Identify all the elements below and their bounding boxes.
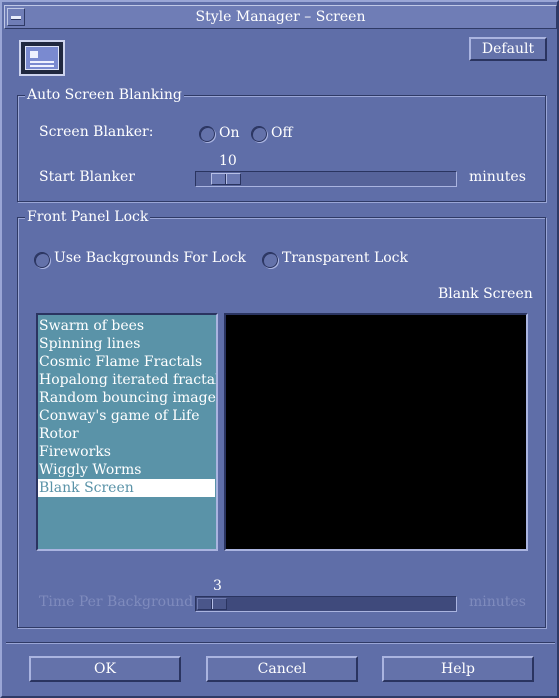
start-blanker-minutes-label: minutes [469, 169, 526, 185]
start-blanker-value: 10 [219, 153, 237, 169]
start-blanker-label: Start Blanker [39, 169, 135, 185]
cancel-button[interactable]: Cancel [206, 656, 358, 682]
list-item[interactable]: Rotor [38, 425, 216, 443]
screen-blanker-off-label[interactable]: Off [271, 125, 292, 141]
transparent-lock-radio[interactable] [262, 252, 278, 268]
list-item[interactable]: Hopalong iterated fractals [38, 371, 216, 389]
background-list[interactable]: Swarm of bees Spinning lines Cosmic Flam… [36, 313, 218, 551]
list-item[interactable]: Swarm of bees [38, 317, 216, 335]
use-backgrounds-label[interactable]: Use Backgrounds For Lock [54, 250, 246, 266]
default-button[interactable]: Default [469, 37, 547, 61]
time-per-background-slider-thumb[interactable] [197, 598, 227, 610]
transparent-lock-label[interactable]: Transparent Lock [282, 250, 408, 266]
ok-button[interactable]: OK [29, 656, 181, 682]
list-item[interactable]: Wiggly Worms [38, 461, 216, 479]
title-bar[interactable]: Style Manager – Screen [4, 5, 557, 29]
list-item[interactable]: Spinning lines [38, 335, 216, 353]
screen-blanker-on-radio[interactable] [199, 126, 215, 142]
start-blanker-slider[interactable] [195, 171, 457, 187]
use-backgrounds-radio[interactable] [34, 252, 50, 268]
time-per-background-slider[interactable] [195, 596, 457, 612]
list-item-selected[interactable]: Blank Screen [38, 479, 215, 497]
window-title: Style Manager – Screen [195, 9, 366, 25]
background-preview [224, 313, 528, 551]
help-button[interactable]: Help [382, 656, 534, 682]
preview-caption: Blank Screen [438, 286, 533, 302]
list-item[interactable]: Fireworks [38, 443, 216, 461]
time-per-background-minutes-label: minutes [469, 594, 526, 610]
list-item[interactable]: Conway's game of Life [38, 407, 216, 425]
auto-screen-blanking-title: Auto Screen Blanking [25, 87, 184, 103]
style-manager-window: Style Manager – Screen Default Auto Scre… [0, 0, 559, 698]
screen-blanker-label: Screen Blanker: [39, 124, 154, 140]
list-item[interactable]: Random bouncing image [38, 389, 216, 407]
start-blanker-slider-thumb[interactable] [211, 173, 241, 185]
footer-separator [6, 642, 555, 644]
screen-blanker-on-label[interactable]: On [219, 125, 240, 141]
time-per-background-value: 3 [213, 578, 222, 594]
screen-monitor-icon [19, 40, 65, 76]
list-item[interactable]: Cosmic Flame Fractals [38, 353, 216, 371]
front-panel-lock-title: Front Panel Lock [25, 209, 151, 225]
time-per-background-label: Time Per Background [39, 594, 194, 610]
screen-blanker-off-radio[interactable] [251, 126, 267, 142]
